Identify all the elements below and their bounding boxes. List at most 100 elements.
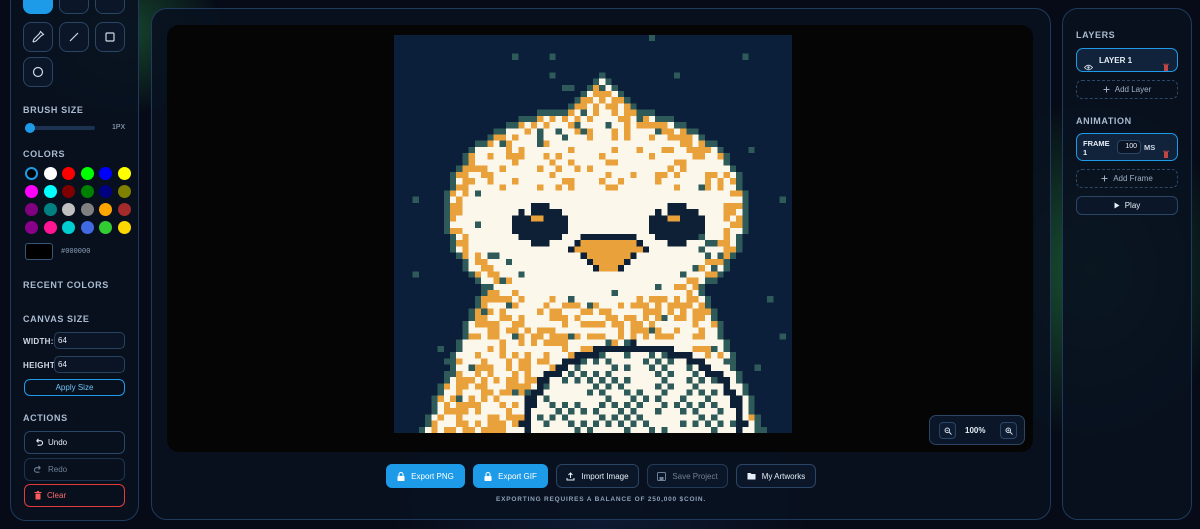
pixel-art-canvas[interactable] bbox=[394, 35, 792, 433]
lock-icon bbox=[397, 471, 405, 481]
brush-size-title: BRUSH SIZE bbox=[23, 105, 84, 115]
frame-item[interactable]: FRAME 1 100 MS bbox=[1076, 133, 1178, 161]
actions-title: ACTIONS bbox=[23, 413, 68, 423]
color-swatch[interactable] bbox=[80, 167, 94, 180]
color-swatch[interactable] bbox=[99, 167, 112, 180]
my-artworks-label: My Artworks bbox=[761, 471, 806, 481]
color-swatch[interactable] bbox=[80, 221, 94, 234]
line-icon bbox=[69, 32, 79, 42]
redo-icon bbox=[34, 465, 43, 474]
delete-layer-icon[interactable] bbox=[1163, 56, 1169, 75]
export-notice: EXPORTING REQUIRES A BALANCE OF 250,000 … bbox=[495, 496, 707, 503]
layers-title: LAYERS bbox=[1076, 30, 1116, 40]
layer-item[interactable]: LAYER 1 bbox=[1076, 48, 1178, 72]
width-input[interactable]: 64 bbox=[54, 332, 125, 349]
color-swatch[interactable] bbox=[62, 203, 75, 216]
export-png-button[interactable]: Export PNG bbox=[386, 464, 465, 488]
height-label: HEIGHT: bbox=[23, 361, 58, 370]
color-swatch[interactable] bbox=[43, 203, 57, 216]
redo-button[interactable]: Redo bbox=[24, 458, 125, 481]
color-swatch[interactable] bbox=[62, 167, 75, 180]
play-label: Play bbox=[1124, 201, 1141, 210]
color-swatch[interactable] bbox=[62, 221, 75, 234]
current-color-hex: #000000 bbox=[61, 248, 91, 256]
undo-label: Undo bbox=[48, 438, 68, 447]
undo-button[interactable]: Undo bbox=[24, 431, 125, 454]
add-layer-button[interactable]: Add Layer bbox=[1076, 80, 1178, 99]
color-swatch[interactable] bbox=[80, 185, 94, 198]
tool-button-1[interactable] bbox=[23, 0, 53, 14]
save-project-label: Save Project bbox=[672, 471, 718, 481]
circle-icon bbox=[32, 66, 44, 78]
color-swatch[interactable] bbox=[62, 185, 75, 198]
rectangle-tool-button[interactable] bbox=[95, 22, 125, 52]
frame-duration-unit: MS bbox=[1144, 143, 1156, 152]
eye-icon[interactable] bbox=[1083, 56, 1094, 75]
add-frame-button[interactable]: Add Frame bbox=[1076, 169, 1178, 188]
circle-tool-button[interactable] bbox=[23, 57, 53, 87]
add-frame-label: Add Frame bbox=[1113, 174, 1153, 183]
layer-name: LAYER 1 bbox=[1099, 56, 1133, 65]
brush-size-slider-thumb[interactable] bbox=[25, 123, 35, 133]
import-image-label: Import Image bbox=[581, 471, 629, 481]
tool-button-2[interactable] bbox=[59, 0, 89, 14]
brush-size-value: 1PX bbox=[112, 124, 126, 131]
zoom-control: 100% bbox=[929, 415, 1025, 445]
color-swatch[interactable] bbox=[117, 203, 131, 216]
color-swatch[interactable] bbox=[117, 185, 131, 198]
line-tool-button[interactable] bbox=[59, 22, 89, 52]
zoom-level: 100% bbox=[965, 426, 986, 435]
color-swatch[interactable] bbox=[25, 221, 38, 234]
frame-duration-input[interactable]: 100 bbox=[1117, 140, 1141, 154]
clear-button[interactable]: Clear bbox=[24, 484, 125, 507]
color-swatch[interactable] bbox=[43, 221, 57, 234]
lock-icon bbox=[484, 471, 492, 481]
export-png-label: Export PNG bbox=[411, 471, 454, 481]
export-gif-button[interactable]: Export GIF bbox=[473, 464, 548, 488]
color-swatch[interactable] bbox=[99, 185, 112, 198]
save-icon bbox=[657, 471, 667, 481]
color-swatch[interactable] bbox=[25, 167, 38, 180]
apply-size-label: Apply Size bbox=[55, 383, 94, 392]
color-swatch[interactable] bbox=[99, 203, 112, 216]
play-button[interactable]: Play bbox=[1076, 196, 1178, 215]
zoom-out-button[interactable] bbox=[939, 422, 956, 439]
color-swatch[interactable] bbox=[43, 185, 57, 198]
color-swatch[interactable] bbox=[99, 221, 112, 234]
zoom-out-icon bbox=[944, 427, 952, 435]
frame-name: FRAME 1 bbox=[1083, 139, 1110, 157]
eyedropper-icon bbox=[32, 30, 45, 43]
color-swatch[interactable] bbox=[117, 221, 131, 234]
plus-icon bbox=[1103, 86, 1110, 93]
save-project-button[interactable]: Save Project bbox=[647, 464, 728, 488]
brush-size-slider[interactable] bbox=[25, 123, 95, 133]
color-swatch[interactable] bbox=[43, 167, 57, 180]
trash-icon bbox=[34, 491, 42, 500]
upload-icon bbox=[566, 471, 575, 481]
eyedropper-tool-button[interactable] bbox=[23, 22, 53, 52]
color-swatch[interactable] bbox=[117, 167, 131, 180]
current-color-preview[interactable] bbox=[25, 243, 53, 260]
width-label: WIDTH: bbox=[23, 337, 54, 346]
height-input[interactable]: 64 bbox=[54, 356, 125, 373]
color-swatch[interactable] bbox=[25, 203, 38, 216]
my-artworks-button[interactable]: My Artworks bbox=[736, 464, 816, 488]
import-image-button[interactable]: Import Image bbox=[556, 464, 639, 488]
zoom-in-icon bbox=[1005, 427, 1013, 435]
color-swatch[interactable] bbox=[80, 203, 94, 216]
animation-title: ANIMATION bbox=[1076, 116, 1132, 126]
plus-icon bbox=[1101, 175, 1108, 182]
undo-icon bbox=[34, 438, 43, 447]
zoom-in-button[interactable] bbox=[1000, 422, 1017, 439]
redo-label: Redo bbox=[48, 465, 68, 474]
tool-button-3[interactable] bbox=[95, 0, 125, 14]
folder-icon bbox=[747, 472, 756, 480]
color-swatch[interactable] bbox=[25, 185, 38, 198]
add-layer-label: Add Layer bbox=[1114, 85, 1152, 94]
play-icon bbox=[1114, 202, 1120, 209]
export-gif-label: Export GIF bbox=[498, 471, 537, 481]
recent-colors-title: RECENT COLORS bbox=[23, 280, 109, 290]
clear-label: Clear bbox=[47, 491, 67, 500]
apply-size-button[interactable]: Apply Size bbox=[24, 379, 125, 396]
delete-frame-icon[interactable] bbox=[1163, 143, 1169, 162]
